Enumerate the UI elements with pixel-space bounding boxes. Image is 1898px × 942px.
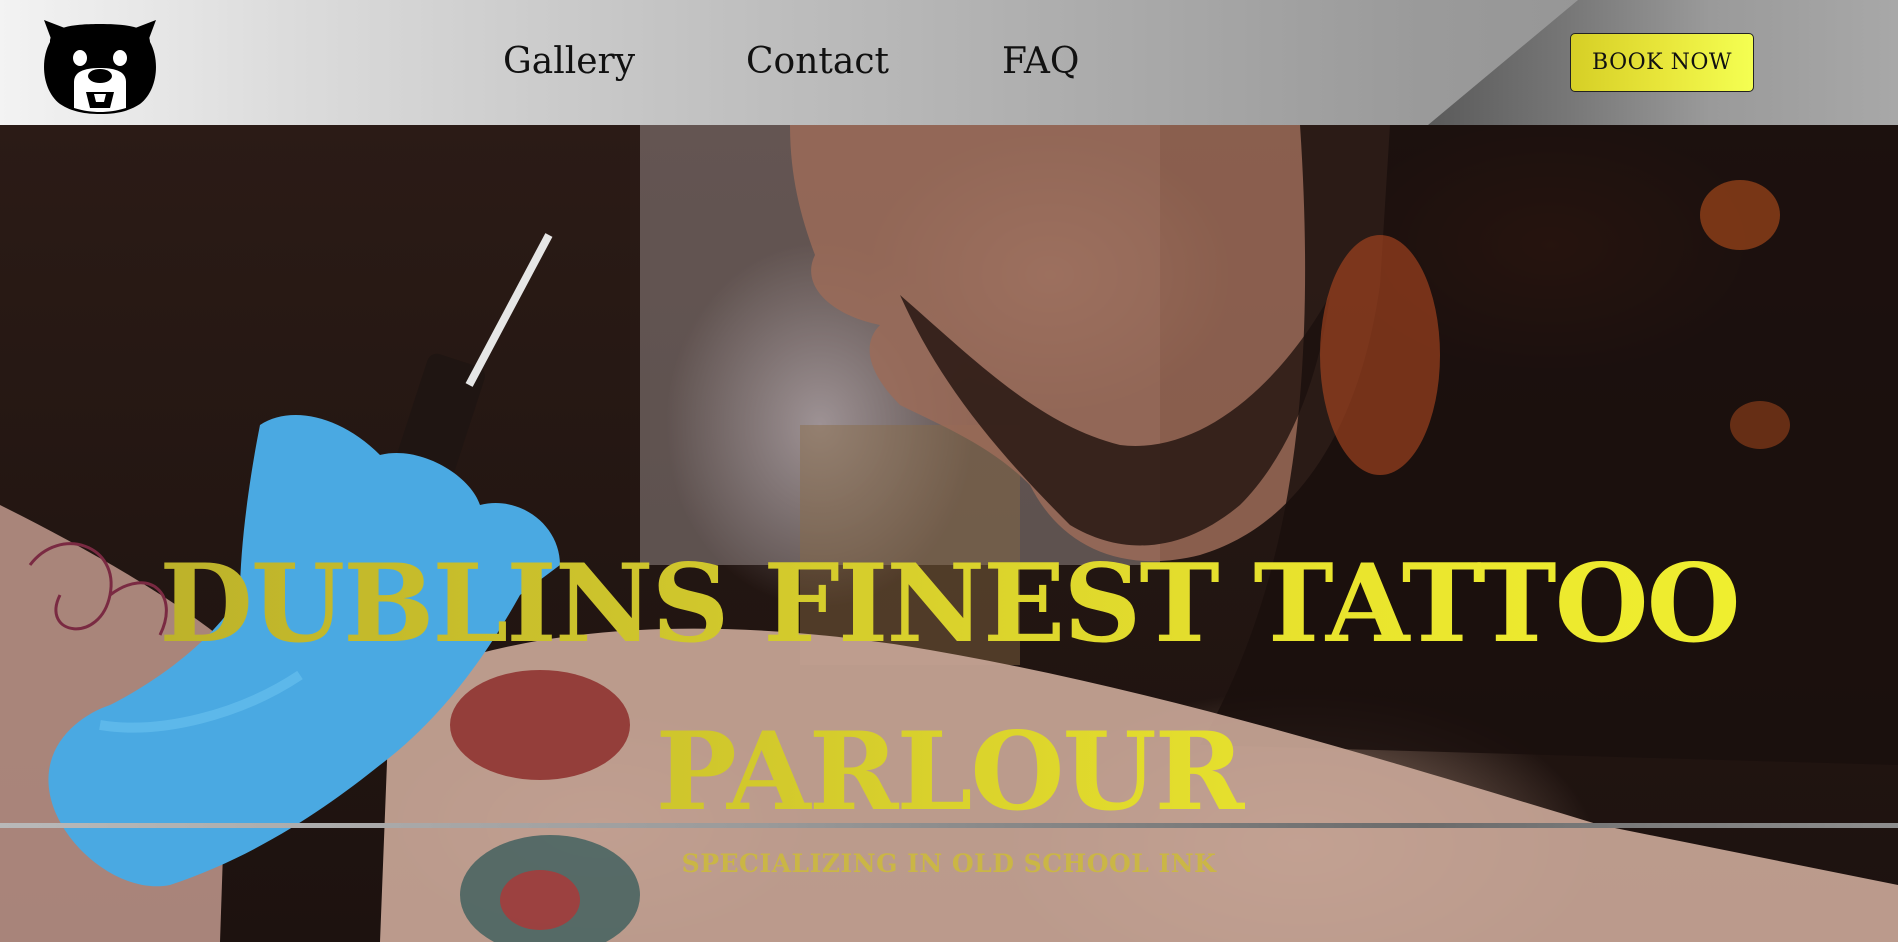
nav-link-faq[interactable]: FAQ bbox=[1002, 36, 1079, 88]
site-header: Gallery Contact FAQ BOOK NOW bbox=[0, 0, 1898, 125]
bulldog-icon[interactable] bbox=[36, 12, 164, 115]
hero-divider bbox=[0, 823, 1898, 828]
nav-link-contact[interactable]: Contact bbox=[746, 36, 889, 88]
book-now-button[interactable]: BOOK NOW bbox=[1570, 33, 1754, 92]
hero-tagline: SPECIALIZING IN OLD SCHOOL INK bbox=[681, 849, 1217, 878]
nav-link-gallery[interactable]: Gallery bbox=[503, 36, 635, 88]
hero-title: DUBLINS FINEST TATTOO PARLOUR bbox=[0, 520, 1898, 856]
hero-section: DUBLINS FINEST TATTOO PARLOUR SPECIALIZI… bbox=[0, 125, 1898, 942]
